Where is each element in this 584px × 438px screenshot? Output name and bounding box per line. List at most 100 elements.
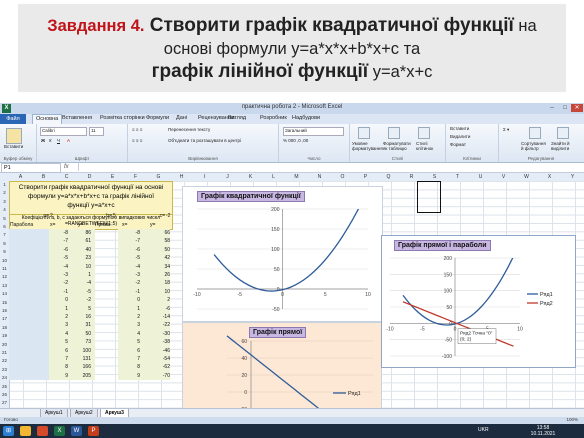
line-x-cell[interactable]: 5 xyxy=(112,339,140,345)
parabola-y-cell[interactable]: 5 xyxy=(63,306,91,312)
column-header[interactable]: Q xyxy=(377,173,400,181)
conditional-format-icon[interactable] xyxy=(358,127,370,139)
row-header[interactable]: 16 xyxy=(0,307,9,315)
excel-taskbar-icon[interactable]: X xyxy=(54,426,65,436)
row-header[interactable]: 9 xyxy=(0,248,9,256)
column-header[interactable]: H xyxy=(170,173,193,181)
line-x-cell[interactable]: 7 xyxy=(112,356,140,362)
number-format-select[interactable]: Загальний xyxy=(283,127,344,136)
insert-cells-button[interactable]: Вставити xyxy=(450,126,469,131)
column-header[interactable]: C xyxy=(55,173,78,181)
sort-filter-icon[interactable] xyxy=(529,127,541,139)
bold-button[interactable]: Ж xyxy=(41,138,45,143)
column-header[interactable]: S xyxy=(423,173,446,181)
b-label[interactable]: b= xyxy=(72,213,112,219)
column-header[interactable]: F xyxy=(124,173,147,181)
row-header[interactable]: 23 xyxy=(0,366,9,374)
col-x-header[interactable]: x= xyxy=(50,222,70,228)
row-header[interactable]: 8 xyxy=(0,240,9,248)
italic-button[interactable]: К xyxy=(49,138,52,143)
paste-icon[interactable] xyxy=(6,128,22,144)
line-x-cell[interactable]: -3 xyxy=(112,272,140,278)
row-header[interactable]: 21 xyxy=(0,349,9,357)
line-x-cell[interactable]: 1 xyxy=(112,306,140,312)
parabola-y-cell[interactable]: -5 xyxy=(63,289,91,295)
line-x-cell[interactable]: -6 xyxy=(112,247,140,253)
ribbon-tab[interactable]: Файл xyxy=(0,114,26,124)
column-header[interactable]: K xyxy=(239,173,262,181)
col-x2-header[interactable]: x= xyxy=(122,222,142,228)
parabola-y-cell[interactable]: 166 xyxy=(63,364,91,370)
column-header[interactable]: N xyxy=(308,173,331,181)
line-x-cell[interactable]: 8 xyxy=(112,364,140,370)
row-header[interactable]: 1 xyxy=(0,181,9,189)
line-x-cell[interactable]: -2 xyxy=(112,280,140,286)
line-y-cell[interactable]: -6 xyxy=(142,306,170,312)
align-top-icon[interactable]: ≡ ≡ ≡ xyxy=(132,127,142,132)
row-header[interactable]: 14 xyxy=(0,290,9,298)
line-y-cell[interactable]: -54 xyxy=(142,356,170,362)
line-x-cell[interactable]: 0 xyxy=(112,297,140,303)
row-header[interactable]: 3 xyxy=(0,198,9,206)
line-x-cell[interactable]: -4 xyxy=(112,264,140,270)
row-header[interactable]: 13 xyxy=(0,282,9,290)
wrap-text-button[interactable]: Перенесення тексту xyxy=(168,127,210,132)
line-y-cell[interactable]: -46 xyxy=(142,348,170,354)
parabola-y-cell[interactable]: 205 xyxy=(63,373,91,379)
browser-icon[interactable] xyxy=(37,426,48,436)
ribbon-tab[interactable]: Розробник xyxy=(260,115,287,121)
line-y-cell[interactable]: -38 xyxy=(142,339,170,345)
col-parabola-header[interactable]: Парабола xyxy=(10,222,40,228)
line-x-cell[interactable]: 3 xyxy=(112,322,140,328)
row-header[interactable]: 27 xyxy=(0,399,9,407)
combined-chart[interactable]: Графік прямої і параболи -100 -50 0 50 100 15… xyxy=(381,235,576,368)
line-chart[interactable]: Графік прямої -200204060Ряд1 xyxy=(182,322,382,438)
column-header[interactable]: I xyxy=(193,173,216,181)
font-name-select[interactable]: Calibri xyxy=(40,127,87,136)
row-header[interactable]: 7 xyxy=(0,231,9,239)
paste-button[interactable]: Вставити xyxy=(4,144,23,149)
column-header[interactable]: G xyxy=(147,173,170,181)
col-line-header[interactable]: Пряма xyxy=(95,222,125,228)
align-left-icon[interactable]: ≡ ≡ ≡ xyxy=(132,138,142,143)
line-x-cell[interactable]: -7 xyxy=(112,238,140,244)
quadratic-chart[interactable]: Графік квадратичної функції -50 0 50 100 150… xyxy=(182,186,383,322)
line-x-cell[interactable]: -5 xyxy=(112,255,140,261)
parabola-y-cell[interactable]: 131 xyxy=(63,356,91,362)
powerpoint-taskbar-icon[interactable]: P xyxy=(88,426,99,436)
b-value[interactable]: 5 xyxy=(113,213,133,219)
conditional-format-button[interactable]: Умовне форматування xyxy=(352,141,383,151)
cell-styles-button[interactable]: Стилі клітинок xyxy=(416,141,442,151)
row-header[interactable]: 5 xyxy=(0,215,9,223)
row-header[interactable]: 17 xyxy=(0,315,9,323)
line-x-cell[interactable]: -1 xyxy=(112,289,140,295)
parabola-y-cell[interactable]: 61 xyxy=(63,238,91,244)
parabola-y-cell[interactable]: 31 xyxy=(63,322,91,328)
format-table-button[interactable]: Форматувати як таблицю xyxy=(383,141,413,151)
line-x-cell[interactable]: 2 xyxy=(112,314,140,320)
line-y-cell[interactable]: 2 xyxy=(142,297,170,303)
row-header[interactable]: 20 xyxy=(0,341,9,349)
column-header[interactable]: Y xyxy=(561,173,584,181)
line-y-cell[interactable]: 10 xyxy=(142,289,170,295)
column-header[interactable]: U xyxy=(469,173,492,181)
line-y-cell[interactable]: 42 xyxy=(142,255,170,261)
fx-icon[interactable]: fx xyxy=(64,163,69,172)
start-icon[interactable]: ⊞ xyxy=(3,426,14,436)
font-color-icon[interactable]: A xyxy=(67,138,70,143)
column-header[interactable]: O xyxy=(331,173,354,181)
delete-cells-button[interactable]: Видалити xyxy=(450,134,470,139)
minimize-icon[interactable]: – xyxy=(546,104,558,112)
ribbon-tab[interactable]: Вигляд xyxy=(228,115,246,121)
explorer-icon[interactable] xyxy=(20,426,31,436)
row-header[interactable]: 24 xyxy=(0,374,9,382)
column-header[interactable]: V xyxy=(492,173,515,181)
parabola-y-cell[interactable]: 23 xyxy=(63,255,91,261)
parabola-y-cell[interactable]: -2 xyxy=(63,297,91,303)
row-header[interactable]: 25 xyxy=(0,383,9,391)
merge-center-button[interactable]: Об'єднати та розташувати в центрі xyxy=(168,138,241,143)
row-header[interactable]: 2 xyxy=(0,189,9,197)
line-x-cell[interactable]: 4 xyxy=(112,331,140,337)
sort-filter-button[interactable]: Сортування й фільтр xyxy=(521,141,549,151)
autosum-icon[interactable]: Σ ▾ xyxy=(503,127,509,133)
